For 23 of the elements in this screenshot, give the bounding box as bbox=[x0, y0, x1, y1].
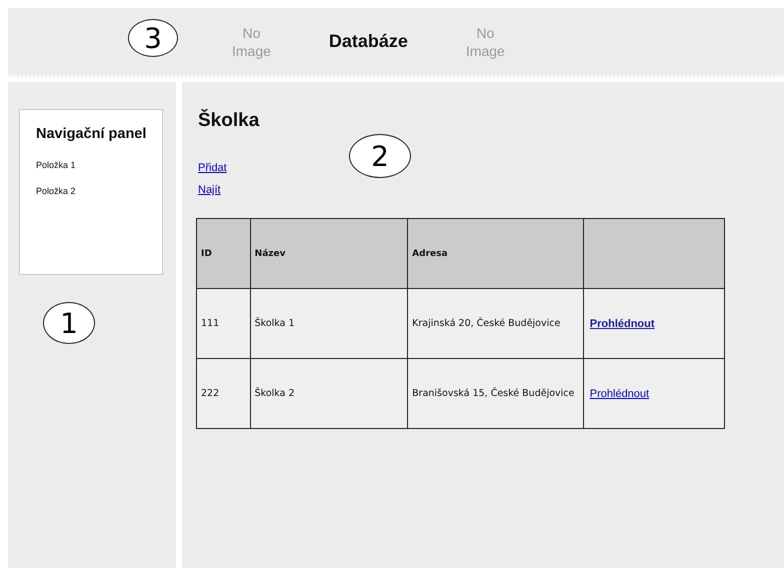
table-cell: 111 bbox=[201, 318, 220, 329]
column-header: Název bbox=[254, 248, 286, 258]
callout-number: 2 bbox=[349, 134, 411, 178]
view-link[interactable]: Prohlédnout bbox=[590, 318, 655, 330]
action-link[interactable]: Přidat bbox=[198, 162, 227, 174]
table-cell: Školka 2 bbox=[254, 388, 295, 399]
panel-title: Navigační panel bbox=[36, 126, 148, 142]
column-header: ID bbox=[201, 248, 212, 258]
table-cell: 222 bbox=[201, 388, 220, 399]
view-link[interactable]: Prohlédnout bbox=[590, 388, 650, 400]
missing-image-label: No Image bbox=[231, 24, 272, 60]
action-link[interactable]: Najít bbox=[198, 184, 221, 196]
column-header: Adresa bbox=[412, 248, 448, 258]
table-cell: Krajinská 20, České Budějovice bbox=[412, 318, 560, 329]
table-cell: Branišovská 15, České Budějovice bbox=[412, 388, 574, 399]
nav-item[interactable]: Položka 2 bbox=[36, 186, 76, 196]
page-title: Školka bbox=[198, 110, 260, 132]
callout-number: 1 bbox=[43, 302, 95, 344]
missing-image-label: No Image bbox=[464, 24, 506, 60]
app-title: Databáze bbox=[328, 31, 408, 52]
nav-item[interactable]: Položka 1 bbox=[36, 160, 76, 170]
callout-number: 3 bbox=[128, 19, 178, 57]
table-cell: Školka 1 bbox=[254, 318, 295, 329]
